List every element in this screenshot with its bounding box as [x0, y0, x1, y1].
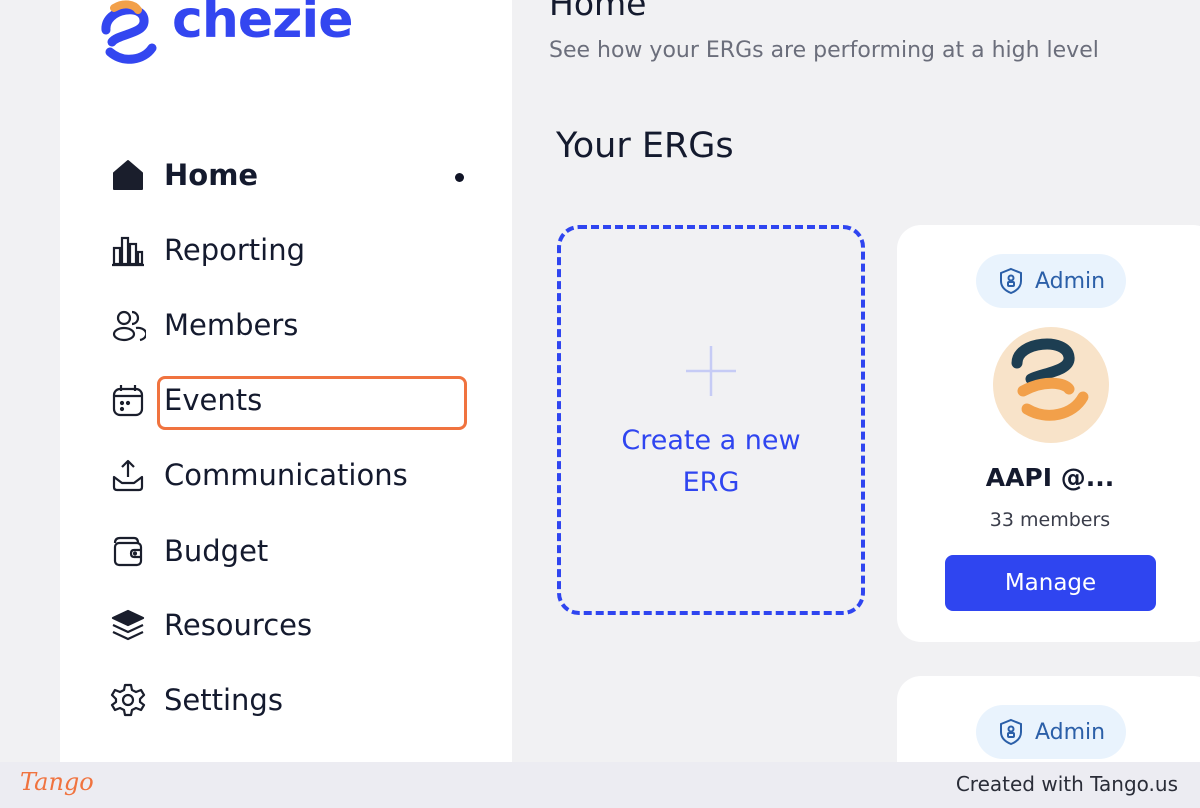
- manage-button[interactable]: Manage: [945, 555, 1156, 611]
- bar-chart-icon: [108, 230, 148, 270]
- sidebar-item-label: Members: [164, 308, 299, 342]
- erg-member-count: 33 members: [989, 509, 1111, 531]
- gear-icon: [108, 680, 148, 720]
- sidebar-item-label: Resources: [164, 608, 313, 642]
- sidebar-item-settings[interactable]: Settings: [108, 676, 468, 724]
- section-title: Your ERGs: [556, 126, 734, 166]
- tango-credit[interactable]: Created with Tango.us: [956, 772, 1178, 796]
- home-icon: [108, 155, 148, 195]
- sidebar-item-label: Settings: [164, 683, 283, 717]
- erg-card: Admin AAPI @... 33 members Manage: [897, 225, 1200, 642]
- sidebar-item-communications[interactable]: Communications: [108, 451, 468, 499]
- users-icon: [108, 305, 148, 345]
- erg-name: AAPI @...: [985, 463, 1115, 492]
- sidebar-item-reporting[interactable]: Reporting: [108, 226, 468, 274]
- sidebar-item-label: Reporting: [164, 233, 305, 267]
- create-erg-card[interactable]: Create a new ERG: [557, 225, 865, 615]
- plus-icon: [686, 346, 736, 396]
- sidebar-item-budget[interactable]: Budget: [108, 527, 468, 575]
- create-erg-label: Create a new ERG: [621, 425, 801, 498]
- page-subtitle: See how your ERGs are performing at a hi…: [549, 38, 1099, 63]
- brand-name: chezie: [172, 0, 353, 50]
- tango-logo[interactable]: Tango: [20, 768, 94, 796]
- footer: Tango Created with Tango.us: [0, 762, 1200, 808]
- admin-badge: Admin: [976, 254, 1126, 308]
- admin-badge: Admin: [976, 705, 1126, 759]
- sidebar-item-members[interactable]: Members: [108, 301, 468, 349]
- chezie-logo-icon: [101, 0, 157, 64]
- brand-logo[interactable]: chezie: [94, 0, 353, 70]
- layers-icon: [108, 605, 148, 645]
- sidebar: chezie Home Reporting Members Events Com…: [60, 0, 512, 762]
- upload-icon: [108, 455, 148, 495]
- sidebar-item-label: Communications: [164, 458, 408, 492]
- erg-logo-icon: [1011, 338, 1089, 421]
- sidebar-item-label: Budget: [164, 534, 269, 568]
- admin-badge-label: Admin: [1034, 719, 1106, 745]
- sidebar-item-resources[interactable]: Resources: [108, 601, 468, 649]
- sidebar-item-label: Events: [164, 383, 263, 417]
- sidebar-item-home[interactable]: Home: [108, 151, 468, 199]
- active-indicator: [455, 173, 464, 182]
- shield-icon: [999, 267, 1022, 295]
- shield-icon: [999, 718, 1022, 746]
- sidebar-item-label: Home: [164, 158, 259, 192]
- wallet-icon: [108, 531, 148, 571]
- admin-badge-label: Admin: [1034, 268, 1106, 294]
- calendar-icon: [108, 380, 148, 420]
- erg-avatar: [993, 327, 1109, 443]
- page-title: Home: [549, 0, 647, 23]
- sidebar-item-events[interactable]: Events: [108, 376, 468, 424]
